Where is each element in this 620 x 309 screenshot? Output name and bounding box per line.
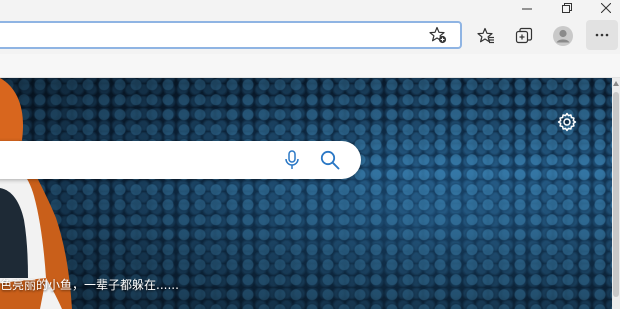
close-icon (601, 3, 611, 13)
profile-button[interactable] (551, 24, 575, 48)
voice-search-button[interactable] (281, 149, 303, 171)
restore-icon (562, 3, 572, 13)
minimize-icon (522, 8, 532, 10)
new-tab-background: 色亮丽的小鱼，一辈子都躲在...... (0, 78, 612, 309)
browser-toolbar (0, 16, 620, 54)
search-input[interactable] (10, 152, 250, 168)
favorites-icon (477, 27, 494, 44)
image-caption[interactable]: 色亮丽的小鱼，一辈子都躲在...... (0, 276, 179, 293)
page-settings-button[interactable] (556, 111, 578, 133)
favorites-bar (0, 54, 620, 78)
more-icon (595, 33, 609, 37)
profile-icon (553, 26, 573, 46)
microphone-icon (285, 150, 299, 169)
web-search-box[interactable] (0, 141, 361, 179)
restore-button[interactable] (547, 0, 587, 16)
settings-and-more-button[interactable] (586, 20, 618, 50)
address-bar[interactable] (0, 21, 462, 49)
scroll-up-icon[interactable] (613, 80, 619, 88)
favorites-button[interactable] (474, 24, 498, 48)
search-button[interactable] (319, 149, 341, 171)
star-add-icon (429, 26, 447, 44)
close-button[interactable] (586, 0, 620, 16)
collections-button[interactable] (512, 24, 536, 48)
clownfish-image (0, 78, 72, 309)
search-icon (320, 150, 340, 170)
add-favorite-button[interactable] (426, 23, 450, 47)
page-scrollbar[interactable] (612, 78, 620, 309)
title-bar (0, 0, 620, 16)
scroll-thumb[interactable] (613, 92, 619, 297)
collections-icon (515, 27, 533, 44)
gear-icon (557, 112, 577, 132)
minimize-button[interactable] (507, 0, 547, 16)
